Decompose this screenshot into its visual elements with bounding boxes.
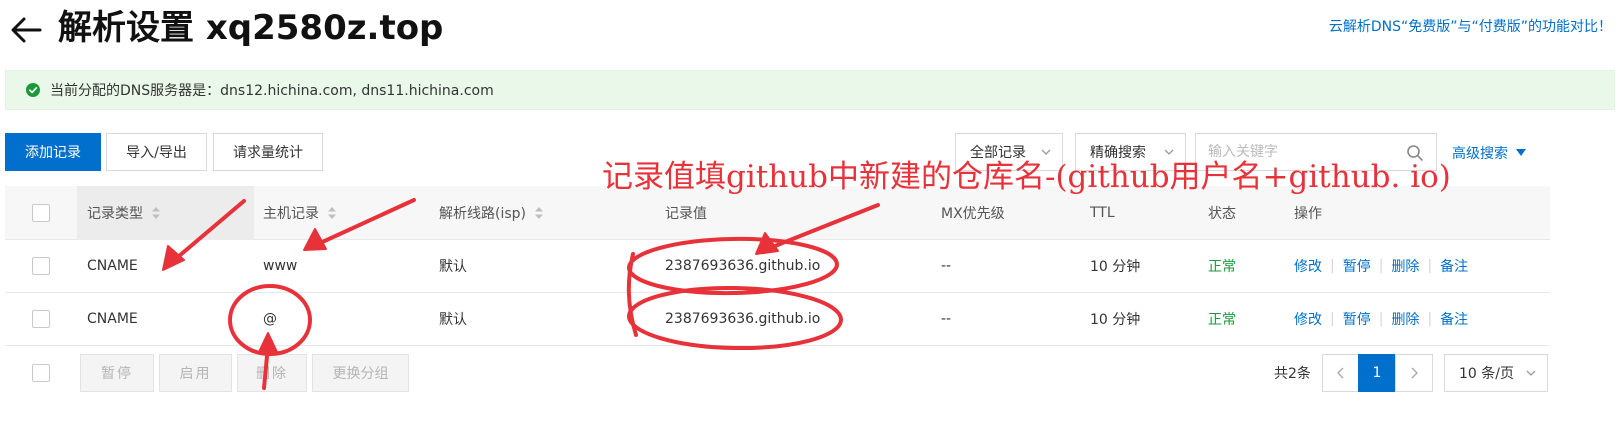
edit-link[interactable]: 修改 (1294, 309, 1322, 329)
col-header-status: 状态 (1208, 205, 1236, 222)
col-header-host[interactable]: 主机记录 (263, 186, 337, 239)
add-record-button[interactable]: 添加记录 (5, 133, 101, 171)
record-type: CNAME (87, 258, 138, 274)
sort-icon (328, 206, 336, 219)
record-mx: -- (941, 258, 952, 274)
table-header: 记录类型 主机记录 解析线路(isp) 记录值 MX优先级 TTL 状态 操作 (5, 186, 1550, 240)
page-header: 解析设置 xq2580z.top 云解析DNS“免费版”与“付费版”的功能对比！ (0, 0, 1624, 60)
status-badge: 正常 (1208, 312, 1236, 328)
advanced-search-label: 高级搜索 (1452, 146, 1508, 162)
back-arrow-icon[interactable] (6, 10, 46, 50)
chevron-left-icon (1337, 367, 1344, 379)
request-stats-button[interactable]: 请求量统计 (213, 133, 323, 171)
row-checkbox[interactable] (32, 310, 50, 328)
search-icon[interactable] (1406, 144, 1424, 162)
delete-link[interactable]: 删除 (1391, 256, 1419, 276)
bulk-pause-button[interactable]: 暂停 (80, 354, 154, 392)
keyword-search-input[interactable] (1196, 134, 1396, 170)
table-row: CNAME @ 默认 2387693636.github.io -- 10 分钟… (5, 293, 1550, 346)
record-value: 2387693636.github.io (665, 311, 821, 327)
record-host: www (263, 258, 298, 274)
dns-version-compare-link[interactable]: 云解析DNS“免费版”与“付费版”的功能对比！ (1329, 16, 1612, 36)
next-page-button[interactable] (1395, 354, 1433, 392)
bulk-enable-button[interactable]: 启用 (159, 354, 232, 392)
record-mx: -- (941, 311, 952, 327)
change-group-button[interactable]: 更换分组 (312, 354, 409, 392)
keyword-search-box (1195, 133, 1437, 171)
page-title: 解析设置 xq2580z.top (58, 8, 444, 48)
col-header-actions: 操作 (1294, 205, 1322, 222)
search-mode-value: 精确搜索 (1090, 145, 1146, 161)
row-actions: 修改 | 暂停 | 删除 | 备注 (1294, 256, 1469, 276)
remark-link[interactable]: 备注 (1440, 309, 1468, 329)
record-ttl: 10 分钟 (1090, 259, 1141, 275)
row-checkbox[interactable] (32, 257, 50, 275)
chevron-down-icon (1164, 149, 1174, 155)
footer-select-all-checkbox[interactable] (32, 364, 50, 382)
import-export-button[interactable]: 导入/导出 (106, 133, 207, 171)
bulk-delete-button[interactable]: 删除 (237, 354, 307, 392)
page-button-current[interactable]: 1 (1358, 354, 1396, 392)
dns-server-notice: 当前分配的DNS服务器是：dns12.hichina.com, dns11.hi… (5, 70, 1615, 110)
pause-link[interactable]: 暂停 (1343, 256, 1371, 276)
record-line: 默认 (439, 312, 467, 328)
delete-link[interactable]: 删除 (1391, 309, 1419, 329)
col-header-type[interactable]: 记录类型 (87, 186, 161, 239)
record-value: 2387693636.github.io (665, 258, 821, 274)
edit-link[interactable]: 修改 (1294, 256, 1322, 276)
record-filter-value: 全部记录 (970, 145, 1026, 161)
sort-icon (152, 206, 160, 219)
chevron-down-icon (1526, 370, 1536, 376)
page-size-value: 10 条/页 (1459, 366, 1514, 382)
record-ttl: 10 分钟 (1090, 312, 1141, 328)
col-header-value: 记录值 (665, 205, 707, 222)
prev-page-button[interactable] (1322, 354, 1360, 392)
col-header-ttl: TTL (1090, 204, 1115, 221)
record-type: CNAME (87, 311, 138, 327)
remark-link[interactable]: 备注 (1440, 256, 1468, 276)
advanced-search-link[interactable]: 高级搜索 (1452, 143, 1526, 163)
search-mode-select[interactable]: 精确搜索 (1075, 133, 1186, 171)
select-all-checkbox[interactable] (32, 204, 50, 222)
total-count: 共2条 (1274, 366, 1311, 382)
table-row: CNAME www 默认 2387693636.github.io -- 10 … (5, 240, 1550, 293)
pause-link[interactable]: 暂停 (1343, 309, 1371, 329)
status-badge: 正常 (1208, 259, 1236, 275)
sort-icon (535, 206, 543, 219)
table-footer: 暂停 启用 删除 更换分组 共2条 1 10 条/页 (5, 346, 1550, 406)
notice-text: 当前分配的DNS服务器是：dns12.hichina.com, dns11.hi… (50, 83, 494, 99)
row-actions: 修改 | 暂停 | 删除 | 备注 (1294, 309, 1469, 329)
record-filter-select[interactable]: 全部记录 (955, 133, 1063, 171)
chevron-down-icon (1041, 149, 1051, 155)
chevron-right-icon (1411, 367, 1418, 379)
col-header-line[interactable]: 解析线路(isp) (439, 186, 544, 239)
check-circle-icon (26, 83, 40, 97)
record-line: 默认 (439, 259, 467, 275)
toolbar: 添加记录 导入/导出 请求量统计 全部记录 精确搜索 高级搜索 (0, 133, 1624, 173)
record-host: @ (263, 311, 277, 327)
caret-down-icon (1516, 149, 1526, 156)
page-size-select[interactable]: 10 条/页 (1444, 354, 1548, 392)
col-header-mx: MX优先级 (941, 205, 1005, 222)
